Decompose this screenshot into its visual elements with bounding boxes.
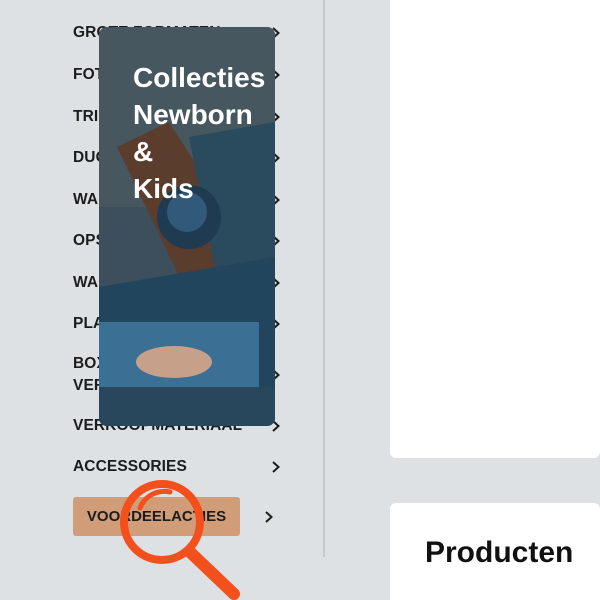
hero-card xyxy=(390,0,600,458)
products-heading: Producten xyxy=(425,536,574,569)
banner-title: Collecties Newborn & Kids xyxy=(133,59,265,207)
banner-title-line4: Kids xyxy=(133,173,194,204)
main-content: Producten xyxy=(325,0,600,600)
collection-banner[interactable]: Collecties Newborn & Kids xyxy=(99,27,275,426)
sidebar-item-label: ACCESSORIES xyxy=(73,458,187,475)
banner-title-line3: & xyxy=(133,136,154,167)
banner-title-line2: Newborn xyxy=(133,99,253,130)
banner-title-line1: Collecties xyxy=(133,62,266,93)
voordeelacties-label: VOORDEELACTIES xyxy=(86,508,227,525)
voordeelacties-button[interactable]: VOORDEELACTIES xyxy=(73,497,240,536)
products-card: Producten xyxy=(390,503,600,600)
chevron-right-icon xyxy=(269,460,283,474)
sidebar-item-accessories[interactable]: ACCESSORIES xyxy=(73,456,283,478)
chevron-right-icon[interactable] xyxy=(262,510,276,524)
